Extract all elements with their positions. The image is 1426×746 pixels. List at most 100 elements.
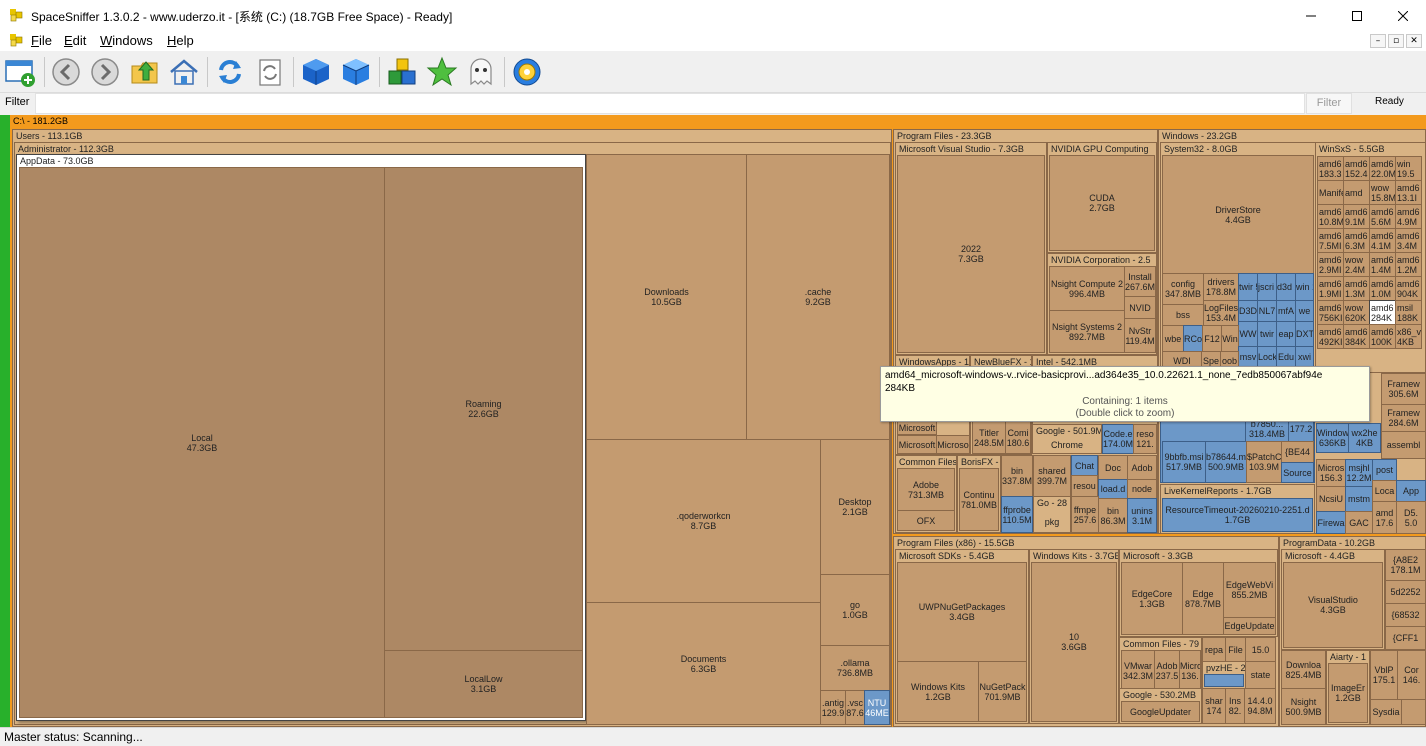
folder-gac[interactable]: GAC — [1345, 511, 1373, 534]
winsxs-cell[interactable]: amd6 10.8M — [1317, 204, 1344, 229]
refresh-button[interactable] — [214, 56, 246, 88]
folder-cor[interactable]: Cor 146. — [1397, 650, 1426, 700]
folder-shar[interactable]: shar 174 — [1202, 688, 1226, 724]
folder-chat[interactable]: Chat — [1071, 455, 1098, 476]
file-xwi[interactable]: xwi — [1295, 346, 1314, 368]
folder-win2[interactable]: Win — [1221, 325, 1239, 352]
folder-vmware[interactable]: VMwar 342.3M — [1121, 650, 1155, 691]
folder-a8e2[interactable]: {A8E2 178.1M — [1385, 549, 1426, 581]
ghost-button[interactable] — [465, 56, 497, 88]
folder-uwpnugetpackages[interactable]: UWPNuGetPackages 3.4GB — [897, 562, 1027, 662]
file-load[interactable]: load.d — [1098, 479, 1128, 499]
file-rc[interactable]: RCo — [1183, 325, 1203, 352]
winsxs-cell[interactable]: msil 188K — [1395, 300, 1422, 325]
folder-comm[interactable]: Comi 180.6 — [1005, 421, 1031, 454]
folder-15[interactable]: 15.0 — [1245, 637, 1276, 662]
folder-state[interactable]: state — [1245, 661, 1276, 689]
folder-68532[interactable]: {68532 — [1385, 603, 1426, 627]
folder-framew2[interactable]: Framew 284.6M — [1381, 404, 1426, 432]
color-cubes-button[interactable] — [386, 56, 418, 88]
folder-vsc[interactable]: .vsc 87.6 — [845, 690, 865, 725]
file-unins[interactable]: unins 3.1M — [1127, 498, 1157, 533]
maximize-button[interactable] — [1334, 0, 1380, 31]
folder-micr-x86[interactable]: Micro 136. — [1179, 650, 1201, 691]
folder-edgewebview[interactable]: EdgeWebVi 855.2MB — [1223, 562, 1276, 618]
back-button[interactable] — [50, 56, 82, 88]
parent-folder-button[interactable] — [129, 56, 161, 88]
winsxs-cell[interactable]: amd6 756KI — [1317, 300, 1344, 325]
document-icon[interactable] — [9, 33, 23, 47]
winsxs-cell[interactable]: amd6 1.3M — [1343, 276, 1370, 301]
folder-wk10[interactable]: 10 3.6GB — [1031, 562, 1117, 722]
winsxs-cell[interactable]: amd6 1.9MI — [1317, 276, 1344, 301]
winsxs-cell[interactable]: amd6 9.1M — [1343, 204, 1370, 229]
folder-google-pf[interactable]: Google - 501.9M Chrome — [1032, 424, 1102, 454]
file-edu[interactable]: Edu — [1276, 346, 1296, 368]
folder-be44[interactable]: {BE44 — [1281, 441, 1314, 463]
file-d3d2[interactable]: D3D — [1238, 300, 1258, 322]
folder-shared[interactable]: shared 399.7M — [1033, 455, 1071, 497]
file-mfa[interactable]: mfA — [1276, 300, 1296, 322]
file-twir2[interactable]: twir — [1257, 321, 1277, 347]
winsxs-cell[interactable]: amd6 4.1M — [1369, 228, 1396, 253]
folder-drivers[interactable]: drivers 178.8M — [1203, 273, 1239, 301]
folder-sysdia[interactable]: Sysdia — [1370, 699, 1402, 725]
folder-windows-kits-inner[interactable]: Windows Kits 1.2GB — [897, 661, 979, 722]
folder-doc[interactable]: Doc — [1098, 455, 1128, 480]
folder-nvid[interactable]: NVID — [1124, 296, 1156, 319]
winsxs-cell[interactable]: amd6 1.4M — [1369, 252, 1396, 277]
menu-file[interactable]: File — [31, 33, 52, 48]
filter-input[interactable] — [35, 93, 1305, 114]
mdi-restore-button[interactable]: ▫ — [1388, 34, 1404, 48]
menu-help[interactable]: Help — [167, 33, 194, 48]
folder-nsight-pd[interactable]: Nsight 500.9MB — [1281, 688, 1326, 725]
winsxs-cell[interactable]: amd6 4.9M — [1395, 204, 1422, 229]
folder-wbe[interactable]: wbe — [1162, 325, 1184, 352]
star-button[interactable] — [426, 56, 458, 88]
folder-edge[interactable]: Edge 878.7MB — [1182, 562, 1224, 635]
folder-edgecore[interactable]: EdgeCore 1.3GB — [1121, 562, 1183, 635]
close-button[interactable] — [1380, 0, 1426, 31]
settings-button[interactable] — [511, 56, 543, 88]
folder-app[interactable]: App — [1396, 480, 1426, 502]
folder-microsoft-b[interactable]: Microso — [936, 435, 970, 454]
forward-button[interactable] — [89, 56, 121, 88]
folder-repa[interactable]: repa — [1202, 637, 1226, 662]
refresh-partial-button[interactable] — [254, 56, 286, 88]
folder-micros[interactable]: Micros 156.3 — [1316, 459, 1346, 487]
folder-source[interactable]: Source — [1281, 462, 1314, 483]
winsxs-cell[interactable]: amd6 100K — [1369, 324, 1396, 349]
folder-msjhl[interactable]: msjhl 12.2M — [1345, 459, 1373, 487]
home-button[interactable] — [168, 56, 200, 88]
blue-cube-button[interactable] — [300, 56, 332, 88]
folder-loca[interactable]: Loca — [1372, 480, 1397, 502]
folder-adob-x86[interactable]: Adob 237.5 — [1154, 650, 1180, 691]
folder-ins[interactable]: Ins 82. — [1225, 688, 1245, 724]
folder-patchcache[interactable]: $PatchC 103.9M — [1246, 441, 1282, 483]
winsxs-cell[interactable]: amd6 492KI — [1317, 324, 1344, 349]
mdi-close-button[interactable]: ✕ — [1406, 34, 1422, 48]
file-we[interactable]: we — [1295, 300, 1314, 322]
folder-edgeupdate[interactable]: EdgeUpdate — [1223, 617, 1276, 635]
file-eap[interactable]: eap — [1276, 321, 1296, 347]
folder-cff1[interactable]: {CFF1 — [1385, 626, 1426, 650]
winsxs-cell[interactable]: amd6 2.9MI — [1317, 252, 1344, 277]
folder-vblp[interactable]: VblP 175.1 — [1370, 650, 1398, 700]
folder-vs2022[interactable]: 2022 7.3GB — [897, 155, 1045, 353]
winsxs-cell[interactable]: amd6 13.1I — [1395, 180, 1422, 205]
winsxs-cell[interactable]: wow 620K — [1343, 300, 1370, 325]
folder-microsoft-a[interactable]: Microsoft — [897, 435, 937, 454]
folder-ollama[interactable]: .ollama 736.8MB — [820, 645, 890, 691]
folder-ffmpe[interactable]: ffmpe 257.6 — [1071, 496, 1099, 533]
folder-ofx[interactable]: OFX — [897, 510, 955, 531]
new-view-button[interactable] — [4, 56, 36, 88]
folder-visualstudio[interactable]: VisualStudio 4.3GB — [1283, 562, 1383, 648]
file-pvzhe-exe[interactable] — [1204, 674, 1244, 687]
winsxs-cell[interactable]: wow 15.8M — [1369, 180, 1396, 205]
folder-file[interactable]: File — [1225, 637, 1246, 662]
folder-reso[interactable]: reso 121. — [1133, 424, 1157, 454]
folder-roaming[interactable]: Roaming 22.6GB — [384, 167, 583, 651]
folder-f12[interactable]: F12 — [1202, 325, 1222, 352]
mdi-minimize-button[interactable]: – — [1370, 34, 1386, 48]
folder-bin2[interactable]: bin 86.3M — [1098, 498, 1128, 533]
